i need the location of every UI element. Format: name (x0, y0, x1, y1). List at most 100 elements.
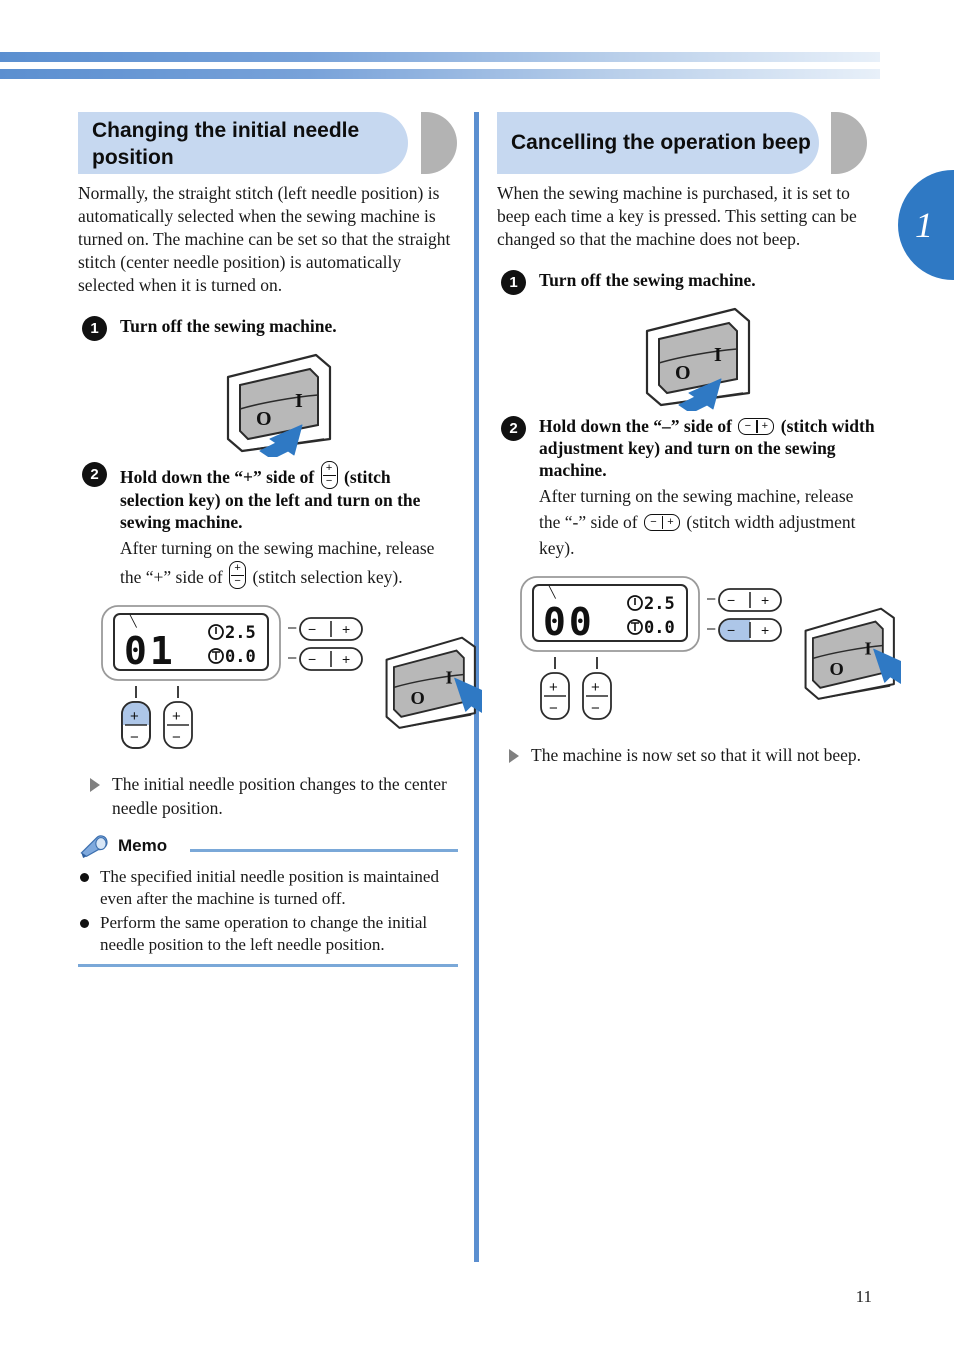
stitch-width-adjustment-key-icon: − + (644, 514, 681, 531)
stitch-selection-key-icon: + − (320, 461, 338, 489)
list-item: The specified initial needle position is… (78, 866, 458, 910)
step-badge: 2 (501, 416, 526, 441)
memo-list: The specified initial needle position is… (78, 866, 458, 956)
svg-text:−: − (308, 651, 316, 667)
result-text: The initial needle position changes to t… (112, 774, 447, 818)
page-title-left: Changing the initial needle position (92, 119, 360, 169)
svg-text:–: – (288, 649, 297, 666)
right-step1-illustration: O I (539, 301, 875, 411)
svg-text:I: I (864, 639, 871, 659)
stitch-selection-key-left: + − (540, 672, 570, 720)
stitch-width-adjustment-key-icon: − + (738, 418, 775, 435)
svg-text:−: − (130, 729, 139, 746)
control-panel-diagram-icon: 00 ╲ 2.5 0.0 – − + – − + + − + − O I (520, 576, 901, 720)
svg-text:O: O (256, 408, 272, 430)
svg-text:−: − (727, 622, 735, 638)
step-subtext: After turning on the sewing machine, rel… (120, 535, 458, 590)
left-step-2: 2 Hold down the “+” side of + − (stitch s… (78, 461, 482, 750)
step-sub-part2: (stitch selection key). (252, 567, 403, 587)
svg-text:−: − (308, 621, 316, 637)
page-number: 11 (855, 1287, 872, 1306)
memo-box: Memo The specified initial needle positi… (78, 835, 458, 967)
result-text: The machine is now set so that it will n… (531, 745, 862, 765)
svg-text:O: O (410, 688, 424, 708)
right-step-2: 2 Hold down the “–” side of − + (stitch w… (497, 415, 901, 721)
svg-text:−: − (549, 700, 558, 717)
lcd-width-value: 2.5 (225, 623, 256, 643)
chapter-tab: 1 (898, 170, 954, 280)
svg-text:+: + (172, 708, 181, 725)
power-switch-on-icon: O I (804, 607, 901, 700)
svg-text:–: – (288, 619, 297, 636)
stitch-width-adjustment-key-highlighted: − + (718, 618, 782, 642)
svg-text:+: + (761, 622, 769, 638)
stitch-selection-key-left: + − (121, 701, 151, 749)
step-badge: 1 (501, 270, 526, 295)
stitch-selection-key-icon: + − (229, 561, 247, 589)
step-subtext: After turning on the sewing machine, rel… (539, 483, 875, 561)
lcd-width-value: 2.5 (644, 594, 675, 614)
list-item: Perform the same operation to change the… (78, 912, 458, 956)
chapter-tab-number: 1 (915, 205, 933, 245)
right-section-header: Cancelling the operation beep (497, 112, 875, 174)
svg-text:−: − (172, 729, 181, 746)
right-intro-text: When the sewing machine is purchased, it… (497, 183, 857, 249)
svg-text:I: I (295, 390, 303, 412)
left-intro-text: Normally, the straight stitch (left need… (78, 183, 451, 295)
lcd-pattern-number: 00 (543, 600, 595, 644)
lcd-pattern-number: 01 (124, 629, 176, 673)
svg-text:+: + (342, 651, 350, 667)
svg-text:+: + (342, 621, 350, 637)
step-title-part1: Hold down the “–” side of (539, 416, 733, 436)
left-step-1: 1 Turn off the sewing machine. O I (78, 315, 458, 457)
section-header-cap (831, 112, 867, 174)
left-panel-diagram: 01 ╲ 2.5 0.0 – − + – − + + − + − O I (92, 600, 482, 750)
lcd-length-value: 0.0 (644, 618, 675, 638)
memo-rule (190, 849, 458, 852)
step-title: Turn off the sewing machine. (539, 270, 756, 290)
step-title-part1: Hold down the “+” side of (120, 467, 315, 487)
step-title: Turn off the sewing machine. (120, 316, 337, 336)
left-section-header: Changing the initial needle position (78, 112, 458, 174)
power-switch-on-icon: O I (385, 636, 482, 729)
header-band-top (0, 52, 880, 62)
step-badge: 1 (82, 316, 107, 341)
svg-text:I: I (445, 668, 452, 688)
result-arrow-icon (90, 778, 100, 792)
svg-text:−: − (591, 700, 600, 717)
header-band-bottom (0, 69, 880, 79)
left-step1-illustration: O I (120, 347, 458, 457)
right-step-1: 1 Turn off the sewing machine. O I (497, 269, 875, 411)
left-column: Changing the initial needle position Nor… (78, 112, 482, 967)
step-title: Hold down the “–” side of − + (stitch wid… (539, 415, 875, 481)
memo-bottom-rule (78, 964, 458, 967)
svg-text:–: – (707, 590, 716, 607)
svg-text:+: + (130, 708, 139, 725)
left-result: The initial needle position changes to t… (78, 772, 458, 820)
step-title: Hold down the “+” side of + − (stitch sel… (120, 461, 458, 533)
section-header-cap (421, 112, 457, 174)
result-arrow-icon (509, 749, 519, 763)
right-result: The machine is now set so that it will n… (497, 743, 875, 767)
memo-pen-icon (80, 835, 108, 859)
stitch-selection-key-right: + − (163, 701, 193, 749)
svg-text:+: + (591, 679, 600, 696)
svg-text:I: I (714, 344, 722, 366)
right-panel-diagram: 00 ╲ 2.5 0.0 – − + – − + + − + − O I (511, 571, 901, 721)
svg-text:+: + (761, 592, 769, 608)
svg-text:O: O (675, 362, 691, 384)
svg-text:+: + (549, 679, 558, 696)
right-column: Cancelling the operation beep When the s… (497, 112, 901, 767)
step-badge: 2 (82, 462, 107, 487)
stitch-selection-key-right: + − (582, 672, 612, 720)
svg-text:−: − (727, 592, 735, 608)
memo-title: Memo (118, 836, 168, 855)
power-switch-off-icon: O I (226, 353, 332, 457)
page-title-right: Cancelling the operation beep (511, 131, 811, 154)
svg-text:–: – (707, 620, 716, 637)
svg-text:O: O (829, 659, 843, 679)
power-switch-off-icon: O I (645, 307, 751, 411)
lcd-length-value: 0.0 (225, 647, 256, 667)
control-panel-diagram-icon: 01 ╲ 2.5 0.0 – − + – − + + − + − O I (101, 605, 482, 749)
memo-header: Memo (78, 835, 458, 862)
